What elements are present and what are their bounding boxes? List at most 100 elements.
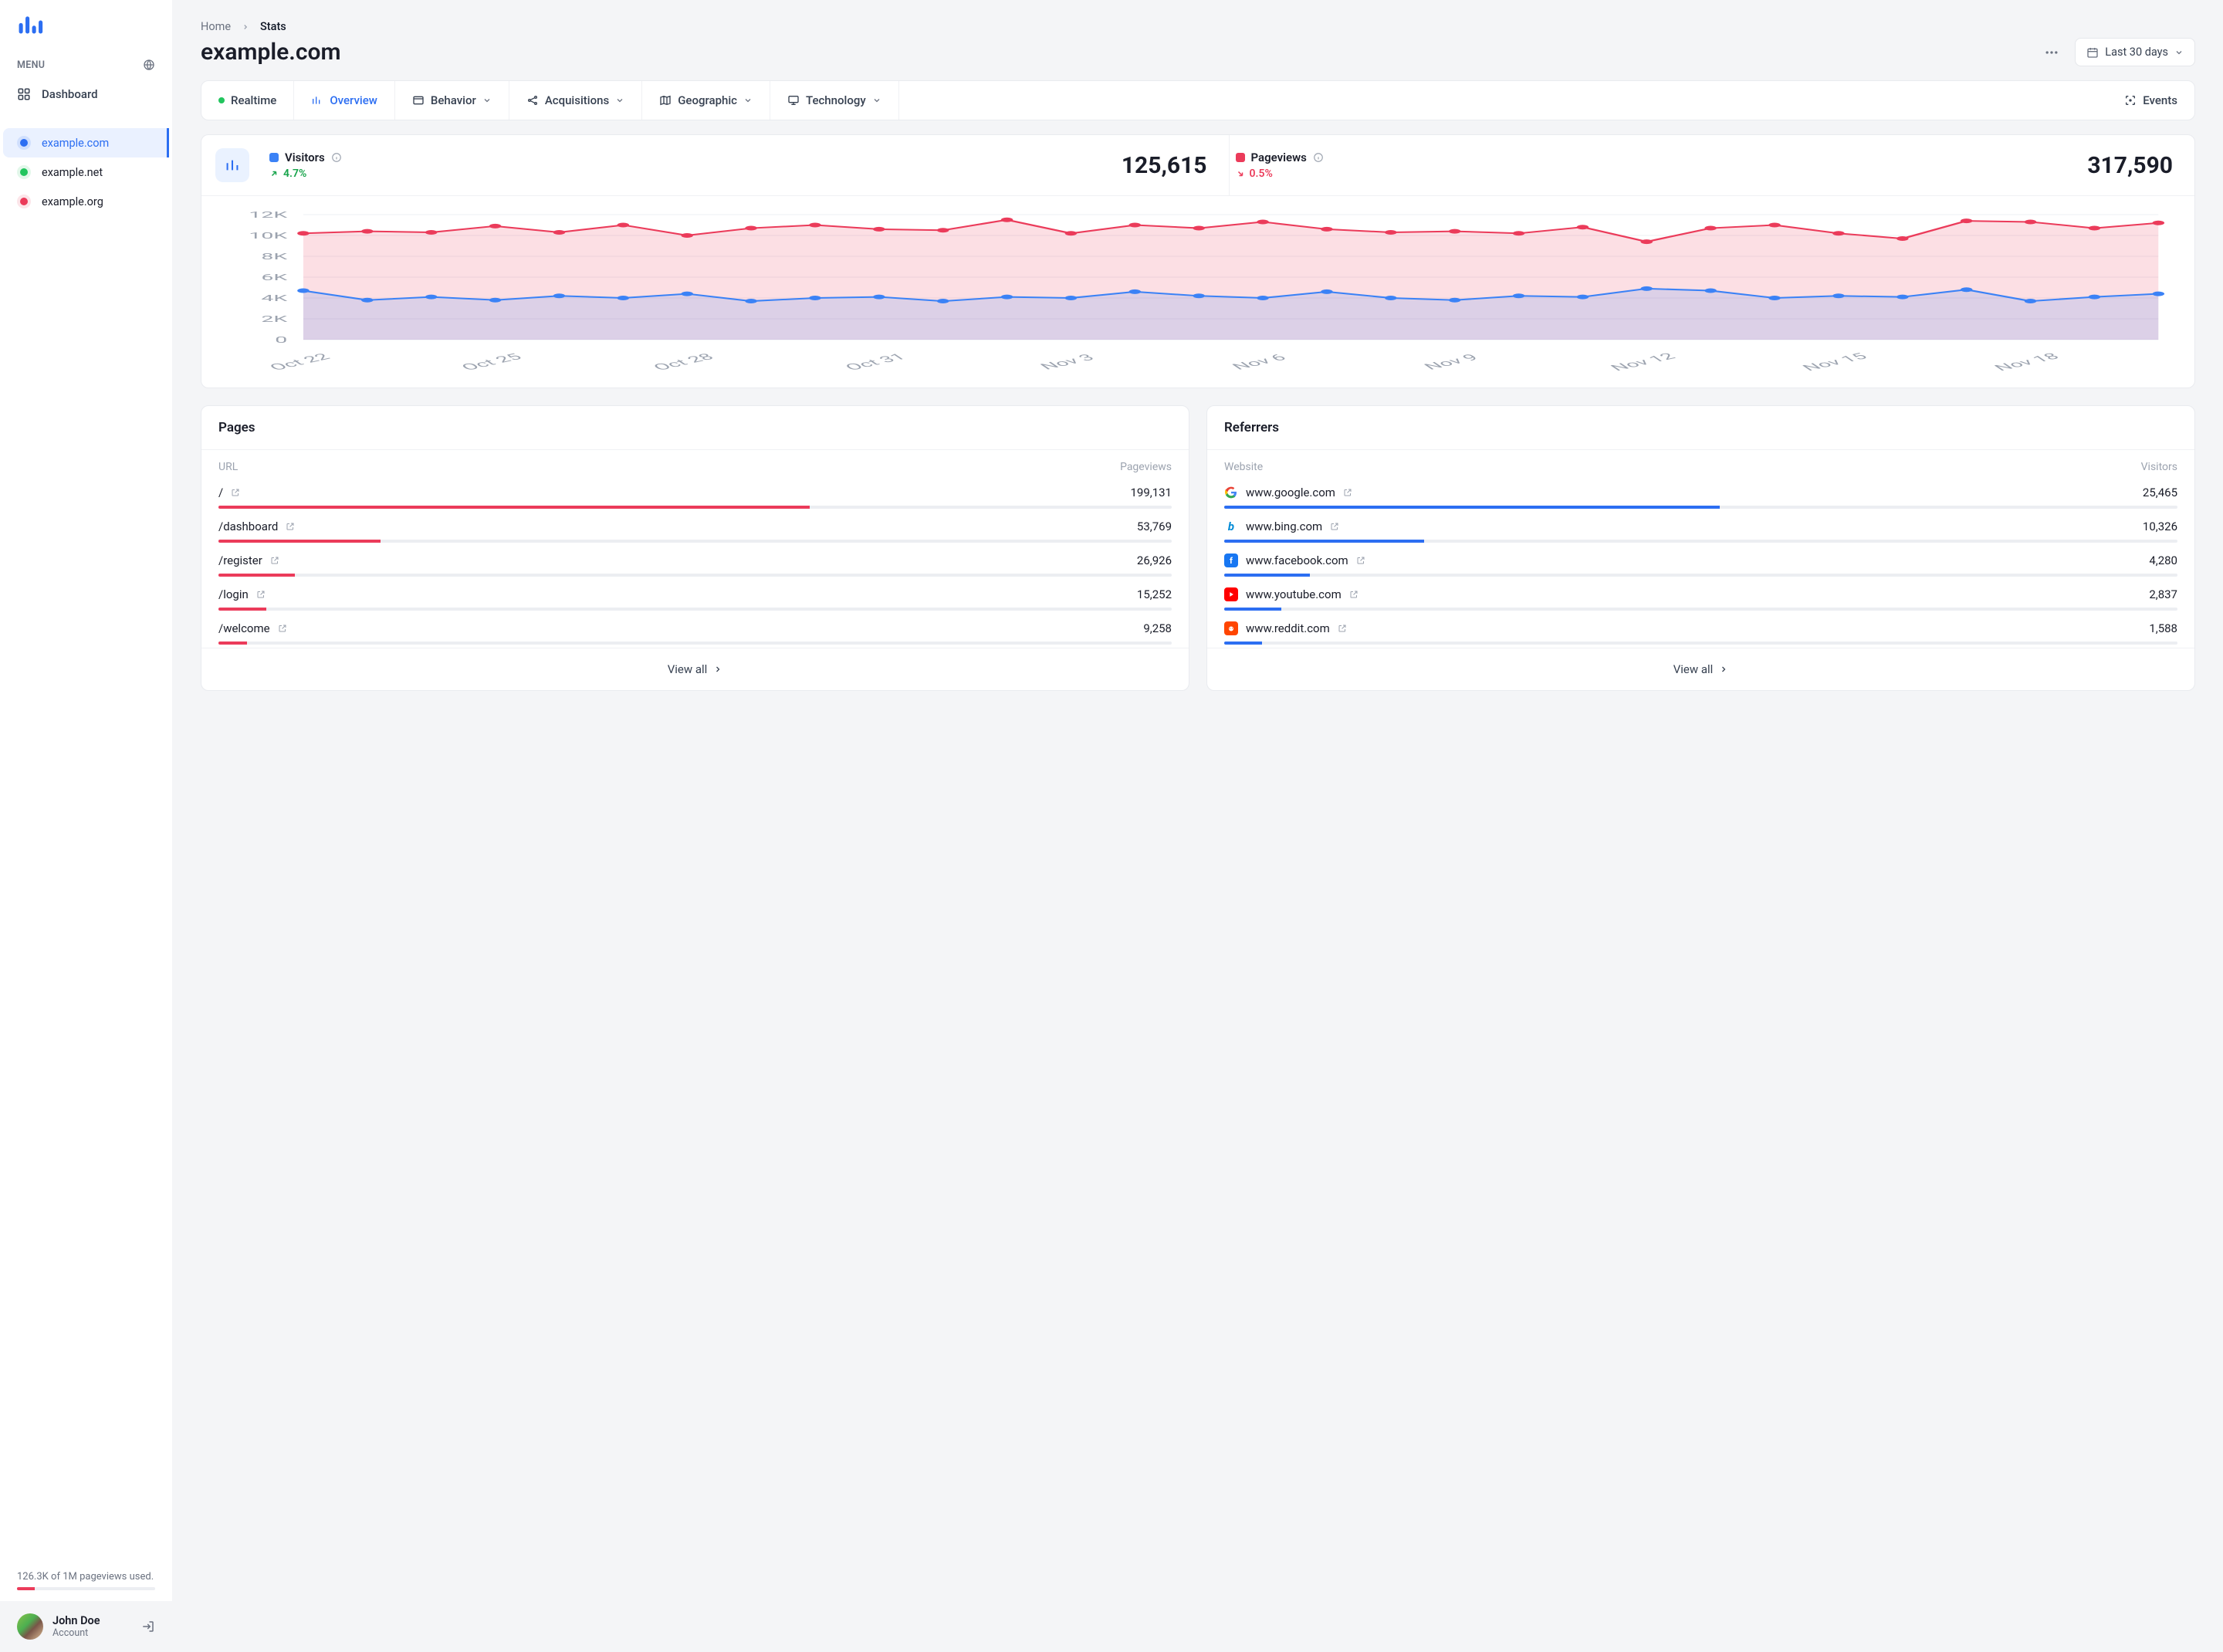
more-menu-button[interactable] [2039,40,2064,65]
pages-view-all[interactable]: View all [201,648,1189,690]
row-bar [1224,506,2177,509]
live-dot-icon [218,97,225,103]
usage-fill [17,1587,35,1590]
referrers-view-all[interactable]: View all [1207,648,2194,690]
table-row[interactable]: /welcome 9,258 [201,614,1189,648]
table-row[interactable]: b www.bing.com 10,326 [1207,512,2194,546]
external-link-icon[interactable] [270,556,279,565]
external-link-icon[interactable] [278,624,287,633]
page-url: /login [218,587,249,601]
referrer-site: www.youtube.com [1246,587,1342,601]
site-icon [17,136,31,150]
reddit-icon [1224,621,1238,635]
page-url: / [218,486,223,499]
svg-text:8K: 8K [261,252,287,262]
page-value: 199,131 [1130,486,1172,499]
pages-title: Pages [201,406,1189,450]
metric-visitors-change: 4.7% [269,168,342,180]
page-value: 9,258 [1143,621,1172,635]
chevron-down-icon [482,96,492,105]
metric-visitors-value: 125,615 [1122,152,1207,179]
page-value: 15,252 [1137,587,1172,601]
chevron-down-icon [743,96,753,105]
external-link-icon[interactable] [1356,556,1365,565]
external-link-icon[interactable] [1338,624,1347,633]
svg-text:4K: 4K [261,293,287,303]
tab-events[interactable]: Events [2107,81,2194,120]
metric-pageviews-label: Pageviews [1251,151,1307,164]
site-item-0[interactable]: example.com [3,128,169,157]
tab-acquisitions-label: Acquisitions [545,93,609,107]
header-actions: Last 30 days [2039,38,2195,66]
external-link-icon[interactable] [1349,590,1358,599]
traffic-chart[interactable]: 02K4K6K8K10K12KOct 22Oct 25Oct 28Oct 31N… [215,210,2174,372]
menu-header: MENU [0,46,172,79]
external-link-icon[interactable] [286,522,295,531]
breadcrumb: Home Stats [201,20,2195,33]
referrer-value: 25,465 [2143,486,2177,499]
tab-acquisitions[interactable]: Acquisitions [509,81,642,120]
table-row[interactable]: /login 15,252 [201,580,1189,614]
pages-rows: / 199,131 /dashboard 53,769 /register [201,478,1189,648]
breadcrumb-home[interactable]: Home [201,20,231,33]
date-range-button[interactable]: Last 30 days [2075,38,2195,66]
svg-text:2K: 2K [261,314,287,324]
metric-pageviews[interactable]: Pageviews 0.5% 317,590 [1230,135,2195,195]
external-link-icon[interactable] [1343,488,1352,497]
referrers-card: Referrers Website Visitors www.google.co… [1206,405,2195,691]
pages-col-url: URL [218,461,238,473]
tab-overview-label: Overview [330,93,377,107]
page-value: 53,769 [1137,520,1172,533]
facebook-icon: f [1224,553,1238,567]
referrer-value: 4,280 [2149,553,2177,567]
referrer-site: www.facebook.com [1246,553,1348,567]
pages-col-pageviews: Pageviews [1120,461,1172,473]
site-icon [17,165,31,179]
table-row[interactable]: f www.facebook.com 4,280 [1207,546,2194,580]
chevron-right-icon [1719,665,1728,674]
chevron-right-icon [242,23,249,31]
account-menu[interactable]: John Doe Account [0,1601,172,1652]
row-bar [218,642,1172,645]
site-item-1[interactable]: example.net [0,157,172,187]
calendar-icon [2086,46,2099,59]
tab-technology[interactable]: Technology [770,81,899,120]
external-link-icon[interactable] [256,590,266,599]
info-icon[interactable] [331,152,342,163]
external-link-icon[interactable] [231,488,240,497]
svg-text:Oct 28: Oct 28 [650,352,718,372]
logout-icon[interactable] [141,1620,155,1633]
tab-behavior[interactable]: Behavior [395,81,509,120]
site-icon [17,195,31,208]
target-icon [2124,94,2137,107]
logo [0,0,172,46]
nav-dashboard[interactable]: Dashboard [0,79,172,110]
tab-realtime[interactable]: Realtime [201,81,294,120]
globe-icon[interactable] [143,59,155,71]
table-row[interactable]: /dashboard 53,769 [201,512,1189,546]
referrer-value: 2,837 [2149,587,2177,601]
table-row[interactable]: / 199,131 [201,478,1189,512]
avatar [17,1613,43,1640]
table-row[interactable]: www.reddit.com 1,588 [1207,614,2194,648]
info-icon[interactable] [1313,152,1324,163]
table-row[interactable]: /register 26,926 [201,546,1189,580]
overview-card: Visitors 4.7% 125,615 Pageviews [201,134,2195,388]
page-header: example.com Last 30 days [201,38,2195,66]
page-url: /register [218,553,262,567]
metric-visitors[interactable]: Visitors 4.7% 125,615 [263,135,1230,195]
row-bar [1224,608,2177,611]
breadcrumb-current: Stats [260,20,286,33]
svg-text:Nov 15: Nov 15 [1799,351,1872,372]
row-bar [218,608,1172,611]
referrer-site: www.reddit.com [1246,621,1330,635]
window-icon [412,94,425,107]
referrers-title: Referrers [1207,406,2194,450]
legend-dot-pageviews [1236,153,1245,162]
site-item-2[interactable]: example.org [0,187,172,216]
external-link-icon[interactable] [1330,522,1339,531]
table-row[interactable]: www.youtube.com 2,837 [1207,580,2194,614]
tab-overview[interactable]: Overview [294,81,395,120]
tab-geographic[interactable]: Geographic [642,81,770,120]
table-row[interactable]: www.google.com 25,465 [1207,478,2194,512]
